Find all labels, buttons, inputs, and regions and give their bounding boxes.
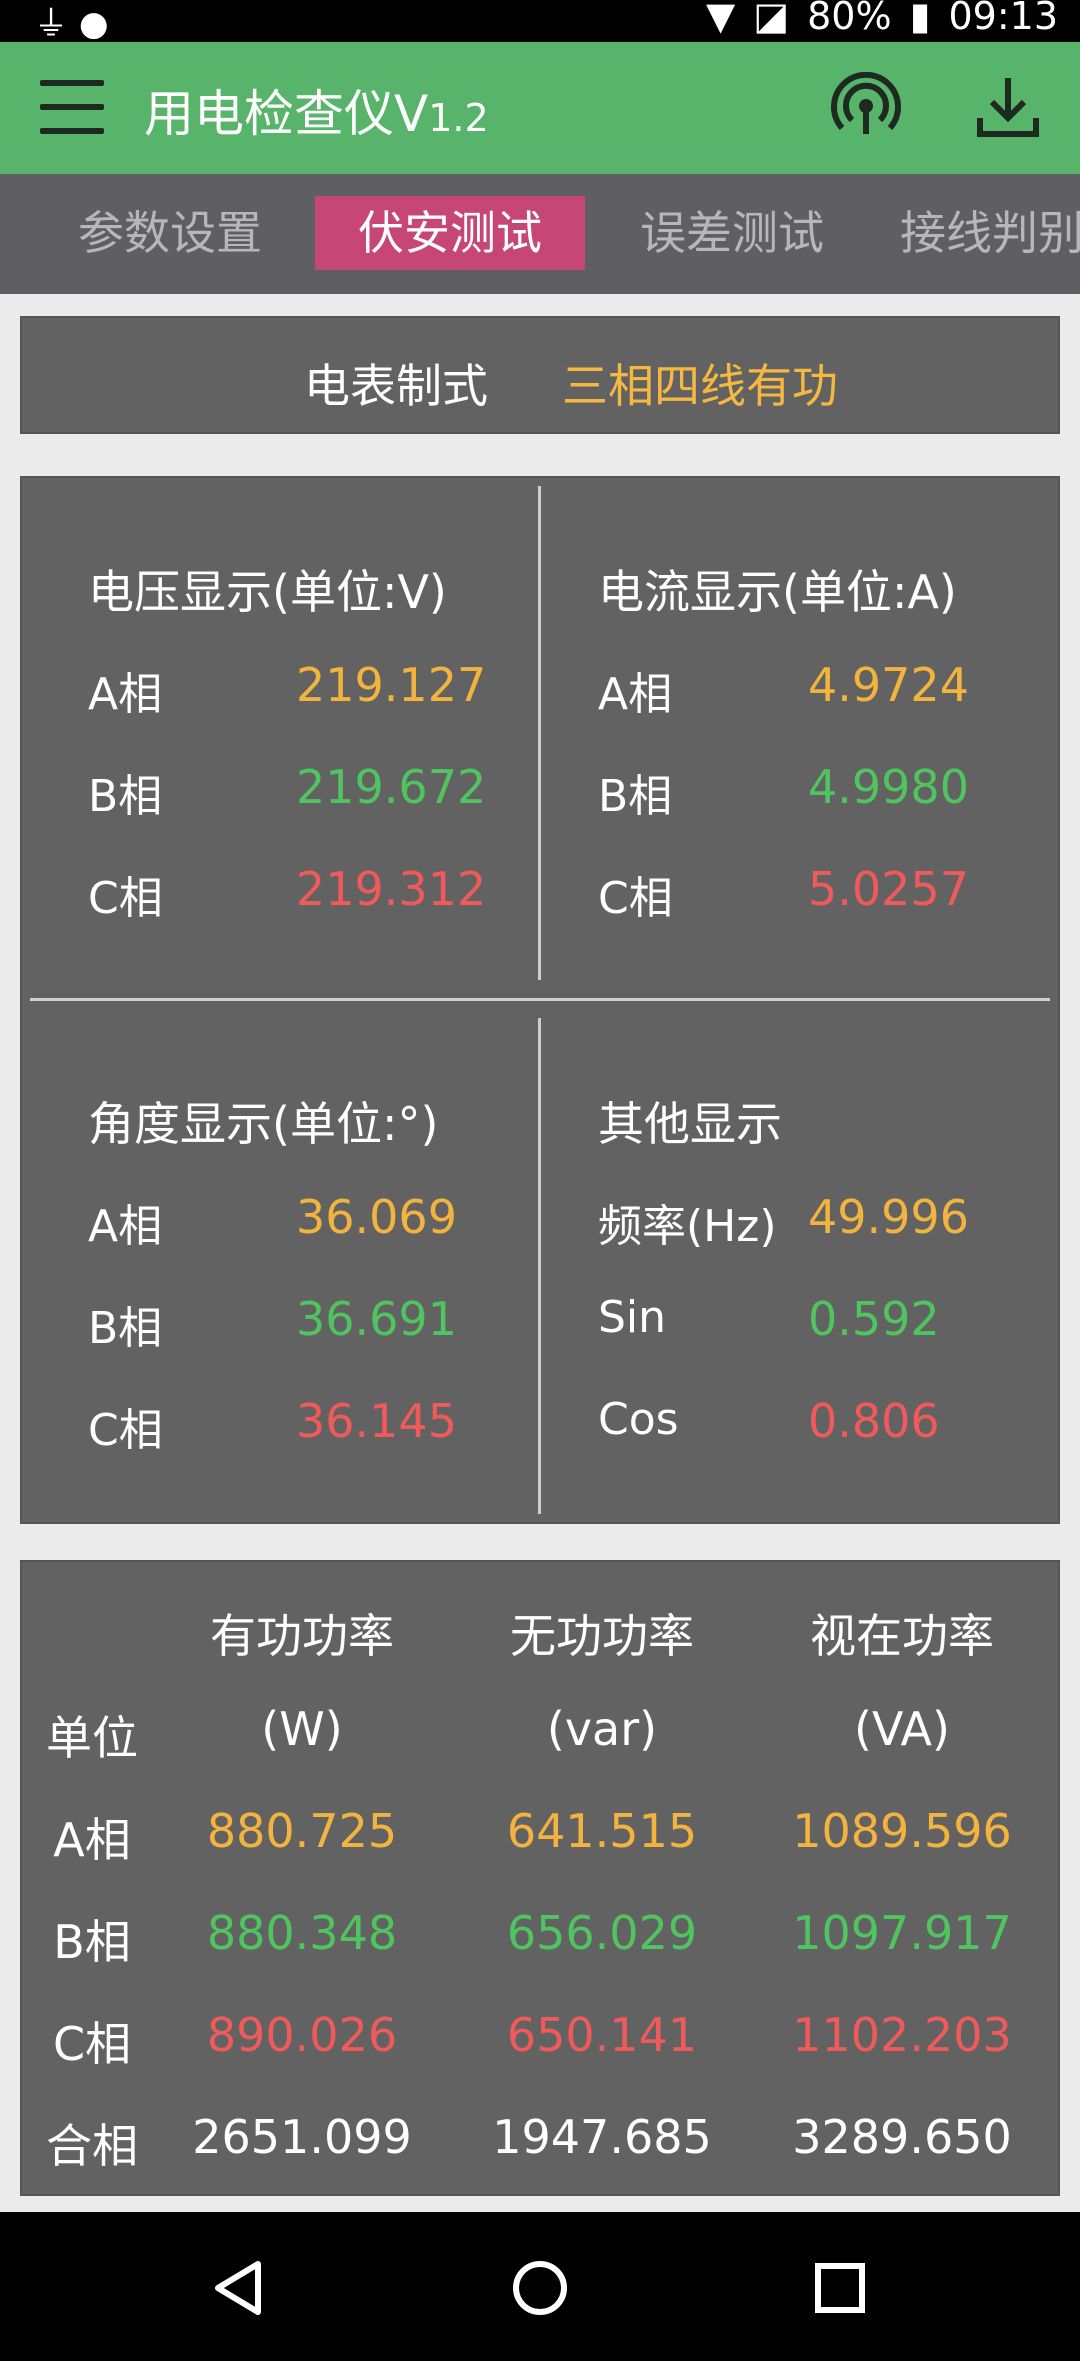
clock: 09:13 <box>948 0 1058 38</box>
row-b-label: B相 <box>53 1915 131 1969</box>
row-b-reactive: 656.029 <box>506 1906 698 1960</box>
download-icon[interactable] <box>972 72 1044 144</box>
app-title: 用电检查仪V1.2 <box>144 74 489 146</box>
broadcast-icon[interactable] <box>830 71 902 144</box>
sin-label: Sin <box>598 1292 667 1343</box>
meter-type-panel: 电表制式 三相四线有功 <box>20 316 1060 434</box>
notification-icon: ● <box>78 4 109 44</box>
voltage-c-label: C相 <box>88 873 163 924</box>
cos-value: 0.806 <box>808 1394 940 1448</box>
row-b-active: 880.348 <box>206 1906 398 1960</box>
voltage-c-value: 219.312 <box>296 862 487 916</box>
sin-value: 0.592 <box>808 1292 940 1346</box>
angle-b-label: B相 <box>88 1303 163 1354</box>
current-b-value: 4.9980 <box>808 760 969 814</box>
app-version: 1.2 <box>428 96 489 140</box>
divider-vertical-bottom <box>538 1018 541 1514</box>
current-c-value: 5.0257 <box>808 862 969 916</box>
app-bar: 用电检查仪V1.2 <box>0 42 1080 174</box>
tab-params[interactable]: 参数设置 <box>58 196 282 270</box>
row-b-apparent: 1097.917 <box>792 1906 1012 1960</box>
meter-type-value[interactable]: 三相四线有功 <box>562 350 838 416</box>
status-bar: ⏚ ● ▼ ◪ 80% ▮ 09:13 <box>0 0 1080 45</box>
header-active-power: 有功功率 <box>210 1609 394 1663</box>
navigation-bar <box>0 2212 1080 2361</box>
status-icons-right: ▼ ◪ 80% ▮ 09:13 <box>706 0 1058 38</box>
row-a-apparent: 1089.596 <box>792 1804 1012 1858</box>
home-icon[interactable] <box>508 2256 572 2320</box>
no-sim-icon: ◪ <box>753 0 790 38</box>
usb-icon: ⏚ <box>34 4 68 44</box>
current-c-label: C相 <box>598 873 673 924</box>
voltage-title: 电压显示(单位:V) <box>88 565 447 619</box>
unit-reactive: (var) <box>546 1702 658 1756</box>
status-icons-left: ⏚ ● <box>34 0 108 45</box>
battery-percent: 80% <box>807 0 892 38</box>
app-title-text: 用电检查仪V <box>144 85 429 143</box>
row-total-reactive: 1947.685 <box>492 2110 712 2164</box>
power-table: 有功功率 无功功率 视在功率 单位 (W) (var) (VA) A相 880.… <box>20 1560 1060 2196</box>
battery-icon: ▮ <box>909 0 931 38</box>
divider-horizontal <box>30 998 1050 1001</box>
unit-apparent: (VA) <box>854 1702 950 1756</box>
row-a-label: A相 <box>53 1813 131 1867</box>
tab-error[interactable]: 误差测试 <box>620 196 844 270</box>
row-c-reactive: 650.141 <box>506 2008 698 2062</box>
angle-b-value: 36.691 <box>296 1292 457 1346</box>
frequency-label: 频率(Hz) <box>598 1201 777 1252</box>
header-apparent-power: 视在功率 <box>810 1609 994 1663</box>
voltage-a-value: 219.127 <box>296 658 487 712</box>
tab-bar: 参数设置 伏安测试 误差测试 接线判别 <box>0 174 1080 294</box>
angle-a-value: 36.069 <box>296 1190 457 1244</box>
cos-label: Cos <box>598 1394 679 1445</box>
row-c-active: 890.026 <box>206 2008 398 2062</box>
row-total-active: 2651.099 <box>192 2110 412 2164</box>
angle-a-label: A相 <box>88 1201 163 1252</box>
angle-title: 角度显示(单位:°) <box>88 1097 439 1151</box>
signal-icon: ▼ <box>705 0 736 38</box>
voltage-b-value: 219.672 <box>296 760 487 814</box>
angle-c-value: 36.145 <box>296 1394 457 1448</box>
current-a-value: 4.9724 <box>808 658 969 712</box>
back-icon[interactable] <box>208 2256 272 2320</box>
recents-icon[interactable] <box>808 2256 872 2320</box>
header-reactive-power: 无功功率 <box>510 1609 694 1663</box>
frequency-value: 49.996 <box>808 1190 969 1244</box>
unit-label: 单位 <box>46 1711 138 1765</box>
voltage-a-label: A相 <box>88 669 163 720</box>
divider-vertical-top <box>538 486 541 980</box>
tab-wiring[interactable]: 接线判别 <box>900 196 1080 270</box>
row-c-apparent: 1102.203 <box>792 2008 1012 2062</box>
other-title: 其他显示 <box>598 1097 782 1151</box>
row-a-active: 880.725 <box>206 1804 398 1858</box>
row-c-label: C相 <box>52 2017 132 2071</box>
row-total-apparent: 3289.650 <box>792 2110 1012 2164</box>
angle-c-label: C相 <box>88 1405 163 1456</box>
menu-icon[interactable] <box>40 80 104 136</box>
row-a-reactive: 641.515 <box>506 1804 698 1858</box>
voltage-b-label: B相 <box>88 771 163 822</box>
current-title: 电流显示(单位:A) <box>598 565 957 619</box>
current-b-label: B相 <box>598 771 673 822</box>
unit-active: (W) <box>261 1702 343 1756</box>
current-a-label: A相 <box>598 669 673 720</box>
meter-type-label: 电表制式 <box>304 359 488 413</box>
tab-volt-amp[interactable]: 伏安测试 <box>315 196 585 270</box>
readings-panel: 电压显示(单位:V) A相 219.127 B相 219.672 C相 219.… <box>20 476 1060 1524</box>
row-total-label: 合相 <box>46 2119 138 2173</box>
